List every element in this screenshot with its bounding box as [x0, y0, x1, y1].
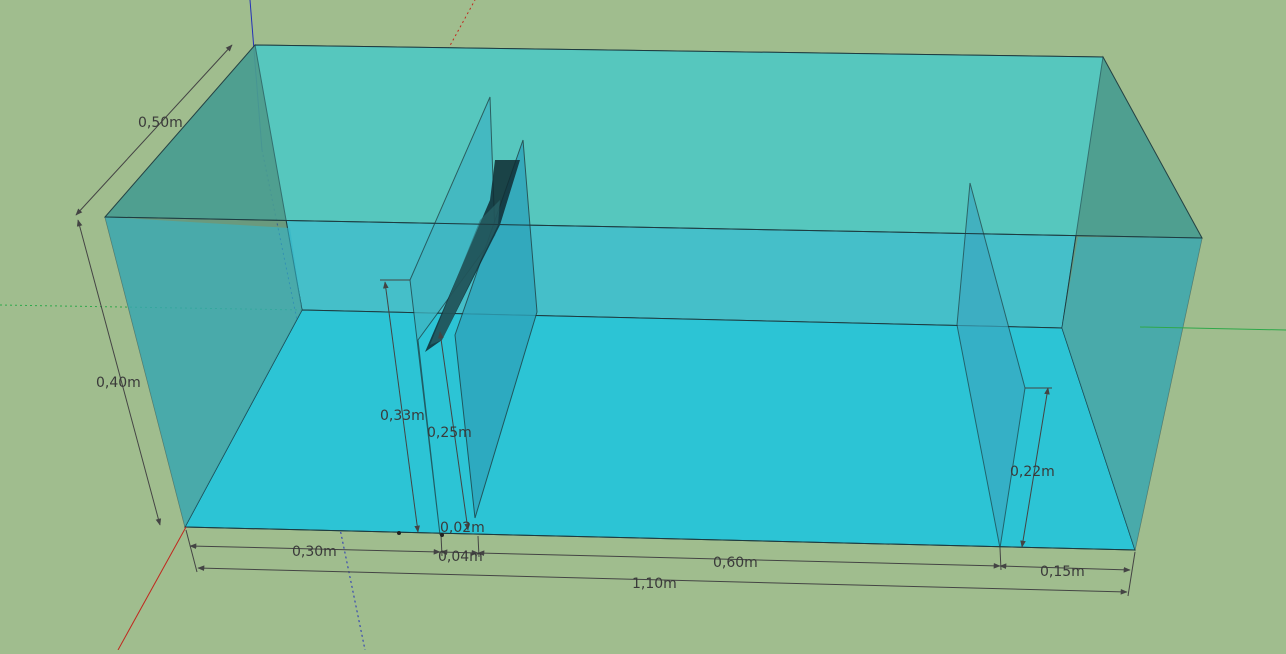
label-weir-height: 0,22m — [1010, 464, 1055, 480]
label-right-section: 0,15m — [1040, 564, 1085, 580]
label-left-section: 0,30m — [292, 544, 337, 560]
label-baffle-gap: 0,04m — [438, 549, 483, 565]
tank-3d-model: 0,50m 0,40m 0,33m 0,25m 0,02m 0,30m 0,04… — [0, 0, 1286, 651]
label-baffle-height: 0,33m — [380, 408, 425, 424]
label-gap-height: 0,02m — [440, 520, 485, 536]
label-middle-section: 0,60m — [713, 555, 758, 571]
label-depth: 0,50m — [138, 115, 183, 131]
label-height: 0,40m — [96, 375, 141, 391]
label-total-length: 1,10m — [632, 576, 677, 592]
baffle-base-point — [440, 533, 444, 537]
sketchup-viewport[interactable]: 0,50m 0,40m 0,33m 0,25m 0,02m 0,30m 0,04… — [0, 0, 1286, 651]
origin-point — [397, 531, 401, 535]
label-inner-baffle-height: 0,25m — [427, 425, 472, 441]
red-axis — [117, 526, 187, 651]
